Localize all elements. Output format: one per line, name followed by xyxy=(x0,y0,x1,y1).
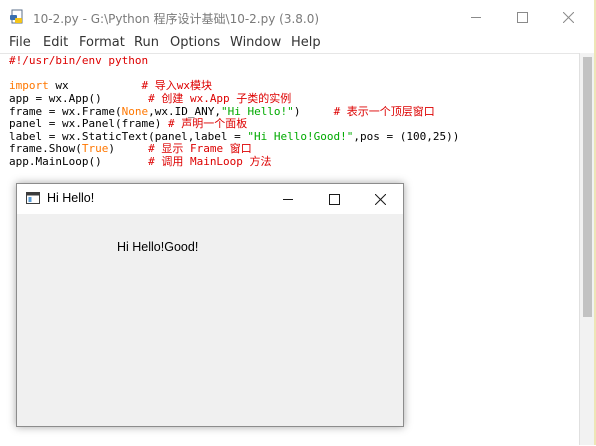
wx-maximize-button[interactable] xyxy=(311,184,357,214)
code-token: # 声明一个面板 xyxy=(167,117,248,131)
code-token: ) xyxy=(108,142,149,156)
code-line: #!/usr/bin/env python xyxy=(9,54,459,68)
maximize-icon xyxy=(328,193,340,205)
wx-title-bar[interactable]: Hi Hello! xyxy=(17,184,403,214)
menu-options[interactable]: Options xyxy=(170,35,220,50)
static-text-label: Hi Hello!Good! xyxy=(117,240,199,254)
code-line: app.MainLoop() # 调用 MainLoop 方法 xyxy=(9,155,459,169)
code-token: #!/usr/bin/env python xyxy=(9,54,149,67)
minimize-icon xyxy=(282,198,293,200)
close-icon xyxy=(374,193,386,205)
wx-close-button[interactable] xyxy=(357,184,403,214)
menu-bar: File Edit Format Run Options Window Help xyxy=(0,34,596,53)
menu-edit[interactable]: Edit xyxy=(43,35,68,50)
code-token: ,wx.ID_ANY, xyxy=(148,104,221,118)
code-token: # 调用 MainLoop 方法 xyxy=(148,155,272,169)
code-token: # 创建 wx.App 子类的实例 xyxy=(148,91,292,105)
code-token: True xyxy=(81,142,109,156)
close-button[interactable] xyxy=(545,0,591,34)
python-idle-icon xyxy=(10,9,23,24)
code-token: label = wx.StaticText(panel,label = xyxy=(9,129,248,143)
code-token: "Hi Hello!" xyxy=(220,104,294,118)
menu-run[interactable]: Run xyxy=(134,35,159,50)
menu-file[interactable]: File xyxy=(9,35,31,50)
code-token: frame.Show( xyxy=(9,142,82,156)
code-token: ,pos = (100,25)) xyxy=(353,129,460,143)
close-icon xyxy=(562,11,574,23)
minimize-icon xyxy=(470,16,481,18)
wx-frame-title: Hi Hello! xyxy=(47,191,95,205)
code-token: # 导入wx模块 xyxy=(141,79,212,93)
code-token: app.MainLoop() xyxy=(9,155,149,169)
scrollbar-thumb[interactable] xyxy=(583,57,592,317)
code-token: frame = wx.Frame( xyxy=(9,104,122,118)
menu-window[interactable]: Window xyxy=(230,35,281,50)
minimize-button[interactable] xyxy=(453,0,499,34)
code-token: wx xyxy=(48,79,142,93)
code-token: panel = wx.Panel(frame) xyxy=(9,117,168,131)
idle-title-bar[interactable]: 10-2.py - G:\Python 程序设计基础\10-2.py (3.8.… xyxy=(0,0,596,34)
maximize-button[interactable] xyxy=(499,0,545,34)
code-text[interactable]: #!/usr/bin/env python import wx # 导入wx模块 a… xyxy=(9,54,460,169)
code-token: import xyxy=(9,79,49,93)
wx-panel: Hi Hello!Good! xyxy=(17,214,403,426)
window-title: 10-2.py - G:\Python 程序设计基础\10-2.py (3.8.… xyxy=(33,12,320,26)
code-token: # 表示一个顶层窗口 xyxy=(333,104,435,118)
wx-minimize-button[interactable] xyxy=(265,184,311,214)
code-token: ) xyxy=(293,104,334,118)
code-token: "Hi Hello!Good!" xyxy=(247,129,354,143)
code-token: None xyxy=(121,104,149,118)
wx-frame-window[interactable]: Hi Hello! Hi Hello!Good! xyxy=(16,183,404,427)
menu-format[interactable]: Format xyxy=(79,35,125,50)
code-token: app = wx.App() xyxy=(9,91,149,105)
menu-help[interactable]: Help xyxy=(291,35,321,50)
code-token: # 显示 Frame 窗口 xyxy=(148,142,252,156)
wx-window-icon xyxy=(26,192,40,204)
maximize-icon xyxy=(516,11,528,23)
